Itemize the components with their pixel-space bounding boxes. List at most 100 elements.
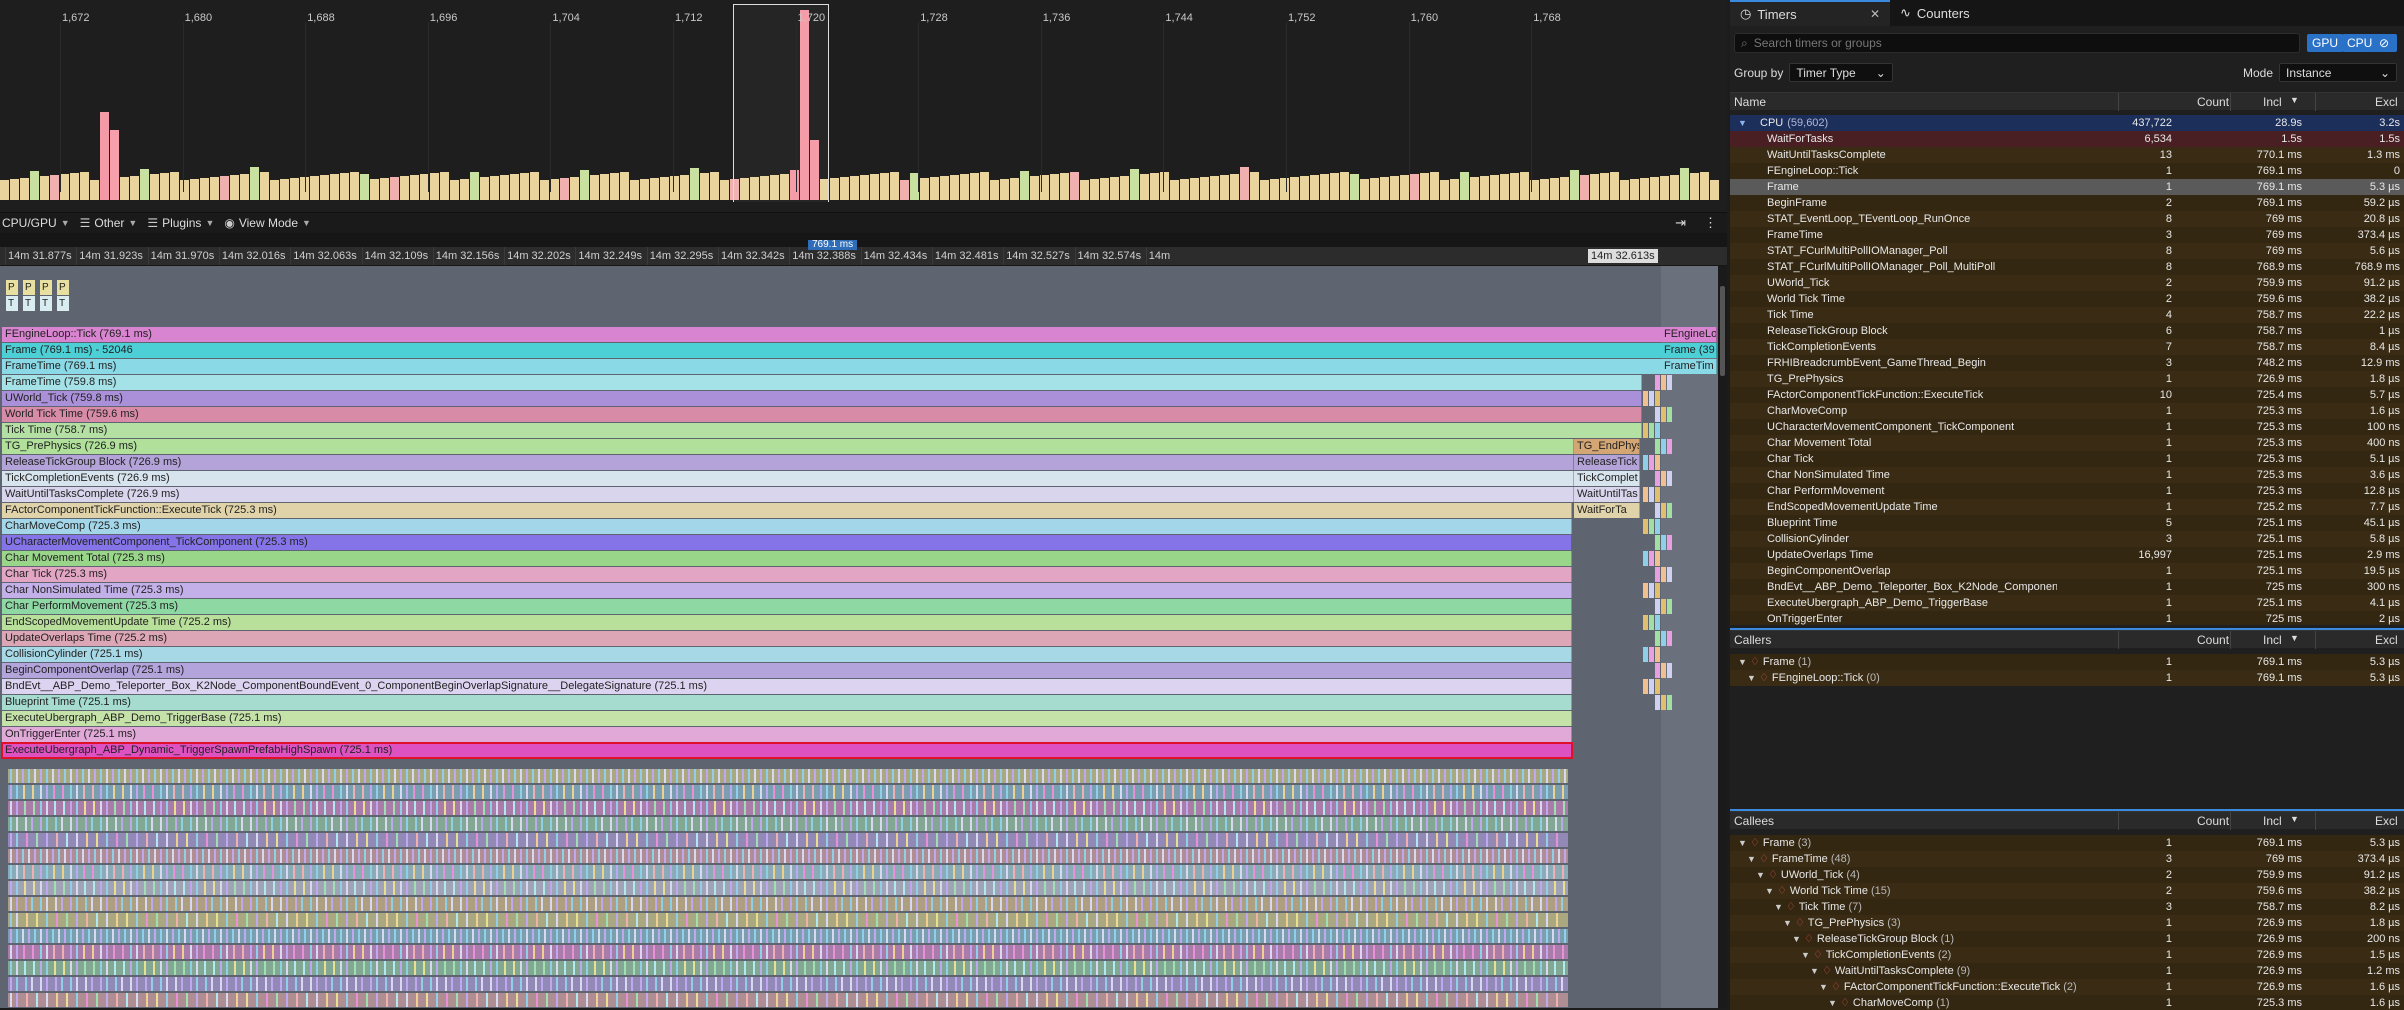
frame-bar[interactable] xyxy=(1460,172,1469,200)
timing-event[interactable]: WaitUntilTas xyxy=(1574,487,1640,502)
frame-bar[interactable] xyxy=(1590,174,1599,200)
mini-event[interactable] xyxy=(1643,487,1648,502)
table-row[interactable]: WaitForTasks 6,534 1.5s 1.5s xyxy=(1730,131,2404,147)
frame-bar[interactable] xyxy=(1060,173,1069,200)
timing-event[interactable]: EndScopedMovementUpdate Time (725.2 ms) xyxy=(2,615,1572,630)
mini-event[interactable] xyxy=(1649,487,1654,502)
table-row[interactable]: FEngineLoop::Tick 1 769.1 ms 0 xyxy=(1730,163,2404,179)
frame-bar[interactable] xyxy=(1600,173,1609,200)
frame-bar[interactable] xyxy=(290,178,299,200)
expand-icon[interactable]: ▼ xyxy=(1730,998,1837,1008)
frame-bar[interactable] xyxy=(1490,175,1499,200)
mini-event[interactable] xyxy=(1655,599,1660,614)
mini-event[interactable]: T xyxy=(57,296,69,311)
frame-bar[interactable] xyxy=(110,130,119,200)
frame-bar[interactable] xyxy=(1110,177,1119,200)
frame-bar[interactable] xyxy=(1260,180,1269,200)
frame-bar[interactable] xyxy=(700,173,709,200)
frame-bar[interactable] xyxy=(330,174,339,200)
column-divider[interactable] xyxy=(2230,93,2231,111)
column-divider[interactable] xyxy=(2118,93,2119,111)
table-row[interactable]: STAT_EventLoop_TEventLoop_RunOnce 8 769 ms… xyxy=(1730,211,2404,227)
column-divider[interactable] xyxy=(2315,631,2316,649)
timing-event[interactable]: Char Movement Total (725.3 ms) xyxy=(2,551,1572,566)
frame-bar[interactable] xyxy=(560,178,569,200)
table-row[interactable]: Frame 1 769.1 ms 5.3 µs xyxy=(1730,179,2404,195)
frame-bar[interactable] xyxy=(510,174,519,200)
column-divider[interactable] xyxy=(2230,631,2231,649)
table-row[interactable]: UpdateOverlaps Time 16,997 725.1 ms 2.9 ms xyxy=(1730,547,2404,563)
frame-bar[interactable] xyxy=(380,178,389,200)
column-divider[interactable] xyxy=(2230,812,2231,830)
expand-icon[interactable]: ▼ xyxy=(1730,886,1774,896)
expand-icon[interactable]: ▼ xyxy=(1730,918,1792,928)
frame-bar[interactable] xyxy=(410,175,419,200)
frame-bar[interactable] xyxy=(880,173,889,200)
table-row[interactable]: STAT_FCurlMultiPollIOManager_Poll 8 769 ms… xyxy=(1730,243,2404,259)
frame-bar[interactable] xyxy=(180,180,189,200)
frame-bar[interactable] xyxy=(240,174,249,200)
column-divider[interactable] xyxy=(2118,812,2119,830)
mini-event[interactable] xyxy=(1643,615,1648,630)
mini-event[interactable] xyxy=(1643,679,1648,694)
mini-event[interactable] xyxy=(1649,583,1654,598)
column-divider[interactable] xyxy=(2315,93,2316,111)
col-incl[interactable]: Incl xyxy=(2263,814,2282,828)
frame-bar[interactable] xyxy=(1440,180,1449,200)
frame-bar[interactable] xyxy=(830,178,839,200)
frame-bar[interactable] xyxy=(40,176,49,200)
frame-bar[interactable] xyxy=(1710,180,1719,200)
frame-bar[interactable] xyxy=(1410,174,1419,200)
mini-event[interactable] xyxy=(1655,583,1660,598)
frame-bar[interactable] xyxy=(360,174,369,200)
frame-bar[interactable] xyxy=(1020,171,1029,200)
frame-bar[interactable] xyxy=(1420,173,1429,200)
frame-bar[interactable] xyxy=(130,176,139,200)
frame-bar[interactable] xyxy=(1150,173,1159,200)
mini-event[interactable] xyxy=(1643,423,1648,438)
mini-event[interactable] xyxy=(1655,487,1660,502)
frame-bar[interactable] xyxy=(850,176,859,200)
frame-bar[interactable] xyxy=(1070,172,1079,200)
table-row[interactable]: ▼ ♢ WaitUntilTasksComplete (9) 1 726.9 ms 1… xyxy=(1730,963,2404,979)
frame-bar[interactable] xyxy=(1630,179,1639,200)
frame-bar[interactable] xyxy=(1480,176,1489,200)
col-count[interactable]: Count xyxy=(2197,633,2229,647)
expand-icon[interactable]: ▼ xyxy=(1730,838,1747,848)
frame-bar[interactable] xyxy=(60,174,69,200)
table-row[interactable]: STAT_FCurlMultiPollIOManager_Poll_MultiP… xyxy=(1730,259,2404,275)
frame-bar[interactable] xyxy=(720,180,729,200)
mini-event[interactable] xyxy=(1661,407,1666,422)
mini-event[interactable] xyxy=(1667,663,1672,678)
frame-bar[interactable] xyxy=(0,180,9,200)
col-incl[interactable]: Incl xyxy=(2263,633,2282,647)
mini-event[interactable] xyxy=(1661,503,1666,518)
timing-event[interactable]: TickCompletionEvents (726.9 ms) xyxy=(2,471,1574,486)
frame-bar[interactable] xyxy=(1510,173,1519,200)
expand-icon[interactable]: ▼ xyxy=(1730,673,1756,683)
mini-event[interactable] xyxy=(1661,663,1666,678)
timing-event[interactable]: FrameTime (769.1 ms) xyxy=(2,359,1663,374)
timing-event[interactable]: CharMoveComp (725.3 ms) xyxy=(2,519,1572,534)
frame-bar[interactable] xyxy=(440,172,449,200)
timing-event[interactable]: Blueprint Time (725.1 ms) xyxy=(2,695,1572,710)
frame-bar[interactable] xyxy=(580,170,589,200)
mini-event[interactable] xyxy=(1667,535,1672,550)
timing-event[interactable]: WaitUntilTasksComplete (726.9 ms) xyxy=(2,487,1574,502)
frame-bar[interactable] xyxy=(270,180,279,200)
frame-bar[interactable] xyxy=(1290,177,1299,200)
timing-event[interactable]: Frame (769.1 ms) - 52046 xyxy=(2,343,1663,358)
mini-event[interactable] xyxy=(1655,631,1660,646)
frame-bar[interactable] xyxy=(1670,175,1679,200)
frame-bar[interactable] xyxy=(1620,180,1629,200)
frame-bar[interactable] xyxy=(670,176,679,200)
timing-event[interactable]: ExecuteUbergraph_ABP_Dynamic_TriggerSpaw… xyxy=(1,742,1573,759)
cpu-gpu-menu[interactable]: CPU/GPU ▼ xyxy=(0,216,78,230)
timing-event[interactable]: Char PerformMovement (725.3 ms) xyxy=(2,599,1572,614)
frame-bar[interactable] xyxy=(450,180,459,200)
expand-icon[interactable]: ▼ xyxy=(1730,966,1819,976)
frame-bar[interactable] xyxy=(960,174,969,200)
mini-event[interactable] xyxy=(1661,375,1666,390)
frame-bar[interactable] xyxy=(480,177,489,200)
mini-event[interactable] xyxy=(1643,551,1648,566)
